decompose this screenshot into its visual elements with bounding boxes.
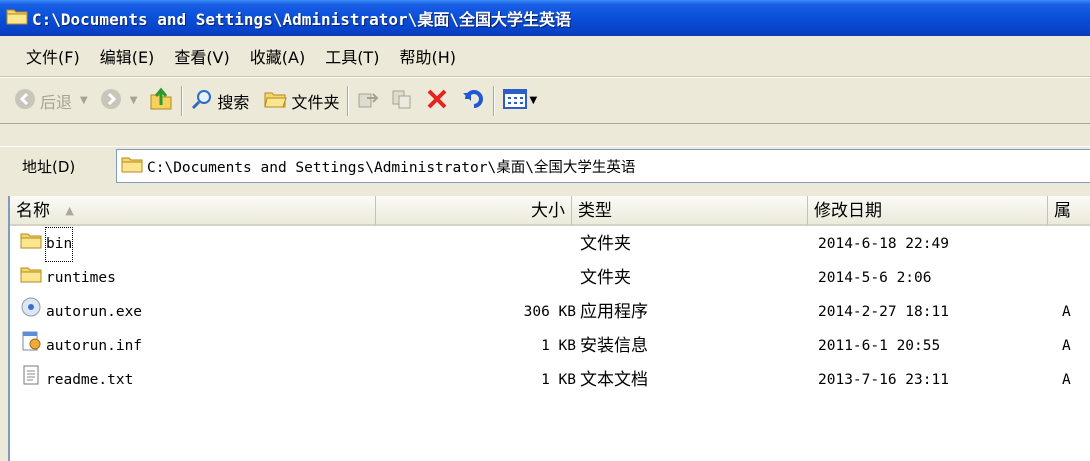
up-folder-icon bbox=[149, 87, 173, 115]
list-item[interactable]: autorun.exe 306 KB 应用程序 2014-2-27 18:11 … bbox=[10, 296, 1090, 329]
folders-icon bbox=[263, 89, 288, 113]
file-size bbox=[10, 228, 576, 261]
column-headers: 名称 ▲ 大小 类型 修改日期 属 bbox=[10, 196, 1090, 226]
file-type: 文件夹 bbox=[580, 234, 631, 254]
file-modified: 2014-6-18 22:49 bbox=[818, 236, 949, 252]
list-item[interactable]: runtimes 文件夹 2014-5-6 2:06 bbox=[10, 262, 1090, 295]
undo-button[interactable] bbox=[461, 87, 485, 115]
file-list: 名称 ▲ 大小 类型 修改日期 属 bin 文件夹 2014-6-18 22:4… bbox=[8, 196, 1090, 461]
menu-bar: 文件(F) 编辑(E) 查看(V) 收藏(A) 工具(T) 帮助(H) bbox=[0, 36, 1090, 77]
file-size: 1 KB bbox=[541, 338, 576, 354]
search-icon bbox=[191, 88, 213, 114]
sort-ascending-icon: ▲ bbox=[65, 204, 74, 217]
window-title: C:\Documents and Settings\Administrator\… bbox=[32, 10, 571, 29]
title-bar[interactable]: C:\Documents and Settings\Administrator\… bbox=[0, 0, 1090, 36]
toolbar-separator bbox=[181, 85, 184, 116]
list-item[interactable]: autorun.inf 1 KB 安装信息 2011-6-1 20:55 A bbox=[10, 330, 1090, 363]
file-type: 文件夹 bbox=[580, 268, 631, 288]
views-button[interactable]: ▼ bbox=[503, 88, 537, 114]
search-label: 搜索 bbox=[217, 92, 250, 112]
file-modified: 2014-2-27 18:11 bbox=[818, 304, 949, 320]
column-header-modified[interactable]: 修改日期 bbox=[808, 196, 1048, 226]
list-item[interactable]: bin 文件夹 2014-6-18 22:49 bbox=[10, 227, 1090, 262]
menu-help[interactable]: 帮助(H) bbox=[399, 44, 456, 68]
file-attributes: A bbox=[1062, 338, 1071, 354]
list-item[interactable]: readme.txt 1 KB 文本文档 2013-7-16 23:11 A bbox=[10, 364, 1090, 397]
back-button[interactable]: 后退 ▼ bbox=[14, 88, 88, 114]
forward-arrow-icon bbox=[100, 88, 122, 114]
file-attributes: A bbox=[1062, 372, 1071, 388]
file-type: 应用程序 bbox=[580, 302, 648, 322]
file-size: 306 KB bbox=[523, 304, 576, 320]
undo-icon bbox=[461, 87, 485, 115]
back-arrow-icon bbox=[14, 88, 36, 114]
column-header-name[interactable]: 名称 ▲ bbox=[10, 196, 376, 226]
file-type: 安装信息 bbox=[580, 336, 648, 356]
search-button[interactable]: 搜索 bbox=[191, 88, 249, 114]
chevron-down-icon: ▼ bbox=[529, 95, 538, 106]
menu-edit[interactable]: 编辑(E) bbox=[100, 44, 155, 68]
folder-icon bbox=[6, 7, 28, 29]
standard-toolbar: 后退 ▼ ▼ 搜索 文件夹 ▼ bbox=[0, 77, 1090, 124]
toolbar-separator bbox=[493, 85, 496, 116]
delete-button[interactable] bbox=[425, 87, 449, 115]
file-size bbox=[10, 262, 576, 295]
copy-to-icon bbox=[391, 88, 413, 114]
address-value: C:\Documents and Settings\Administrator\… bbox=[147, 159, 636, 176]
menu-tools[interactable]: 工具(T) bbox=[325, 44, 379, 68]
move-to-button[interactable] bbox=[357, 88, 379, 114]
file-type: 文本文档 bbox=[580, 370, 648, 390]
copy-to-button[interactable] bbox=[391, 88, 413, 114]
column-attributes-label: 属 bbox=[1054, 201, 1071, 221]
folders-label: 文件夹 bbox=[291, 92, 340, 112]
file-modified: 2013-7-16 23:11 bbox=[818, 372, 949, 388]
forward-button[interactable]: ▼ bbox=[100, 88, 138, 114]
chevron-down-icon: ▼ bbox=[80, 95, 88, 106]
toolbar-separator bbox=[347, 85, 350, 116]
file-modified: 2014-5-6 2:06 bbox=[818, 270, 932, 286]
address-input[interactable]: C:\Documents and Settings\Administrator\… bbox=[116, 149, 1090, 183]
back-label: 后退 bbox=[40, 92, 73, 112]
menu-view[interactable]: 查看(V) bbox=[174, 44, 229, 68]
up-folder-button[interactable] bbox=[149, 87, 173, 115]
address-bar: 地址(D) C:\Documents and Settings\Administ… bbox=[0, 146, 1090, 185]
column-header-attributes[interactable]: 属 bbox=[1048, 196, 1090, 226]
column-header-type[interactable]: 类型 bbox=[572, 196, 808, 226]
column-header-size[interactable]: 大小 bbox=[376, 196, 572, 226]
menu-favorites[interactable]: 收藏(A) bbox=[250, 44, 305, 68]
move-to-icon bbox=[357, 88, 379, 114]
file-modified: 2011-6-1 20:55 bbox=[818, 338, 941, 354]
column-modified-label: 修改日期 bbox=[814, 201, 882, 221]
file-size: 1 KB bbox=[541, 372, 576, 388]
column-type-label: 类型 bbox=[578, 201, 612, 221]
folders-button[interactable]: 文件夹 bbox=[263, 89, 339, 113]
address-label: 地址(D) bbox=[22, 157, 76, 176]
file-attributes: A bbox=[1062, 304, 1071, 320]
views-grid-icon bbox=[503, 88, 528, 114]
chevron-down-icon: ▼ bbox=[129, 95, 138, 106]
folder-icon bbox=[121, 155, 143, 177]
column-name-label: 名称 bbox=[16, 201, 50, 221]
delete-x-icon bbox=[425, 87, 449, 115]
column-size-label: 大小 bbox=[531, 201, 565, 221]
menu-file[interactable]: 文件(F) bbox=[26, 44, 80, 68]
